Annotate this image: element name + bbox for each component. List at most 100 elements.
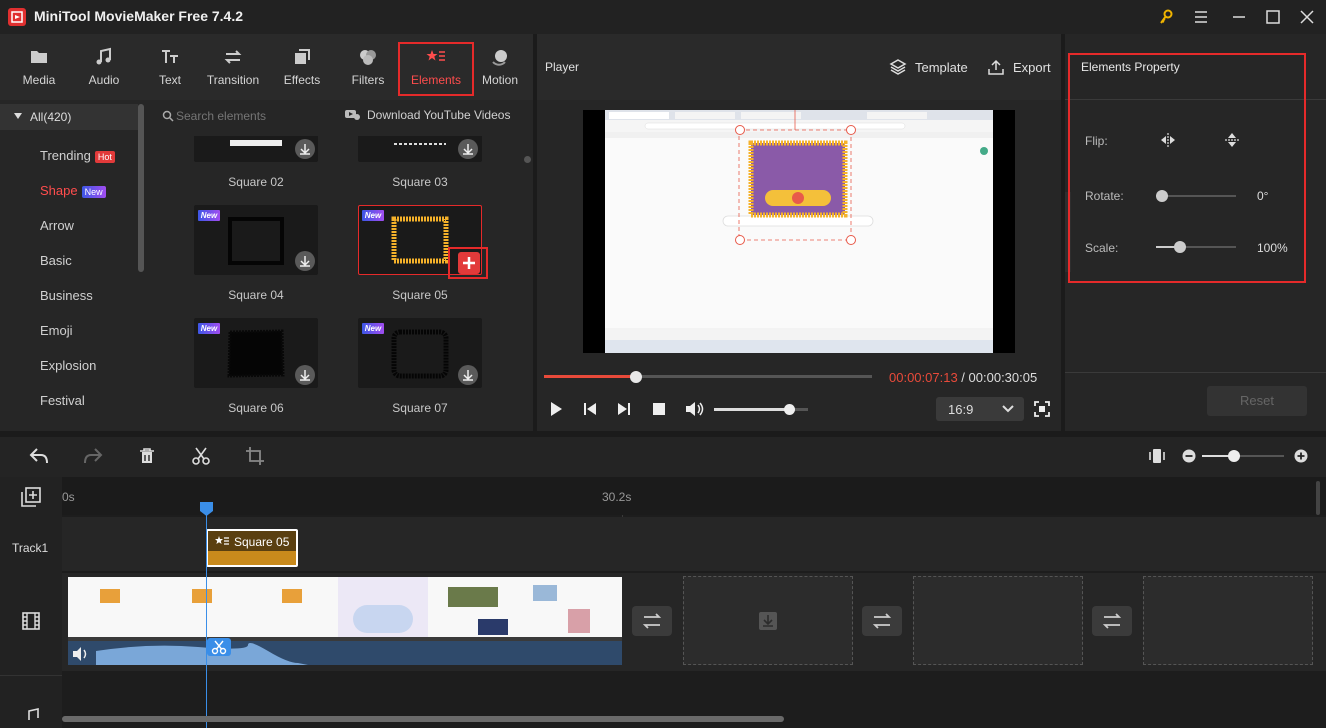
current-time: 00:00:07:13 [889,370,958,385]
tab-transition[interactable]: Transition [200,34,266,100]
stop-icon[interactable] [651,401,667,417]
zoom-out-icon[interactable] [1182,449,1196,463]
add-track-icon[interactable] [21,487,41,507]
progress-handle[interactable] [629,371,642,383]
add-element-button[interactable] [458,252,480,274]
download-icon[interactable] [295,139,315,159]
element-label: Square 05 [392,288,448,302]
divider [0,675,62,676]
timeline-scrollbar[interactable] [62,716,784,722]
category-label: Trending [40,148,91,163]
tab-audio[interactable]: Audio [75,34,133,100]
tab-effects[interactable]: Effects [272,34,332,100]
ruler-scrollbar[interactable] [1316,481,1320,515]
search-input[interactable] [176,107,326,125]
split-icon[interactable] [192,447,210,465]
ruler-mid-label: 30.2s [602,490,632,504]
media-drop-slot[interactable] [683,576,853,665]
plus-icon [463,257,475,269]
delete-icon[interactable] [138,447,156,465]
tab-text[interactable]: Text [141,34,199,100]
template-button[interactable]: Template [889,58,968,76]
divider [1065,372,1326,373]
fit-timeline-icon[interactable] [1149,447,1165,465]
grid-scroll-dot[interactable] [524,156,531,163]
category-arrow[interactable]: Arrow [40,218,74,233]
track1-label: Track1 [12,541,49,555]
transition-slot-button[interactable] [1092,606,1132,636]
maximize-icon[interactable] [1262,6,1284,28]
effects-icon [295,49,310,64]
tab-label: Media [22,73,56,87]
rotate-handle[interactable] [1156,190,1168,202]
tab-filters[interactable]: Filters [338,34,398,100]
element-clip[interactable]: Square 05 [206,529,298,567]
player-header [537,34,1061,100]
time-display: 00:00:07:13 / 00:00:30:05 [889,370,1037,385]
category-festival[interactable]: Festival [40,393,85,408]
media-drop-slot[interactable] [913,576,1083,665]
close-icon[interactable] [1296,6,1318,28]
menu-icon[interactable] [1190,6,1212,28]
category-shape[interactable]: Shape New [40,183,106,198]
zoom-handle[interactable] [1228,450,1240,462]
upload-icon [988,59,1004,75]
aspect-ratio-select[interactable]: 16:9 [936,397,1024,421]
preview-screen [605,110,993,353]
swap-icon [642,613,662,629]
fullscreen-icon[interactable] [1034,401,1050,417]
scale-handle[interactable] [1174,241,1186,253]
video-clip[interactable] [68,577,622,665]
minimize-icon[interactable] [1228,6,1250,28]
transition-slot-button[interactable] [632,606,672,636]
scale-label: Scale: [1085,241,1119,255]
time-separator: / [957,370,969,385]
transition-slot-button[interactable] [862,606,902,636]
clip-volume-icon[interactable] [72,646,90,662]
split-marker[interactable] [207,638,231,656]
aspect-ratio-value: 16:9 [948,402,974,417]
redo-icon[interactable] [83,447,103,465]
tab-label: Audio [88,73,120,87]
element-label: Square 07 [392,401,448,415]
tab-media[interactable]: Media [10,34,68,100]
media-drop-slot[interactable] [1143,576,1313,665]
export-label: Export [1013,59,1051,75]
export-button[interactable]: Export [987,58,1051,76]
rotate-track[interactable] [1156,195,1236,197]
play-icon[interactable] [548,401,564,417]
music-note-icon [96,47,111,65]
key-icon[interactable] [1156,6,1178,28]
volume-icon[interactable] [684,400,704,418]
category-emoji[interactable]: Emoji [40,323,73,338]
category-trending[interactable]: Trending Hot [40,148,115,163]
undo-icon[interactable] [29,447,49,465]
download-icon[interactable] [295,251,315,271]
element-label: Square 04 [228,288,284,302]
next-frame-icon[interactable] [616,401,632,417]
playhead-handle[interactable] [200,502,213,516]
total-time: 00:00:30:05 [968,370,1038,385]
reset-button[interactable]: Reset [1207,386,1307,416]
category-business[interactable]: Business [40,288,93,303]
category-scrollbar[interactable] [138,104,144,272]
hot-badge: Hot [94,150,115,163]
download-icon[interactable] [458,365,478,385]
volume-fill [714,408,790,411]
zoom-in-icon[interactable] [1294,449,1308,463]
category-explosion[interactable]: Explosion [40,358,96,373]
flip-vertical-icon[interactable] [1225,132,1239,148]
category-all-label: All(420) [30,110,72,124]
crop-icon[interactable] [246,447,264,465]
previous-frame-icon[interactable] [582,401,598,417]
download-icon[interactable] [458,139,478,159]
template-label: Template [915,59,968,75]
download-youtube-link[interactable]: Download YouTube Videos [367,108,510,122]
transition-icon [224,50,242,64]
category-basic[interactable]: Basic [40,253,72,268]
download-icon[interactable] [295,365,315,385]
tab-motion[interactable]: Motion [472,34,528,100]
timeline-ruler[interactable] [62,477,1326,515]
element-label: Square 02 [228,175,284,189]
flip-horizontal-icon[interactable] [1160,133,1176,147]
